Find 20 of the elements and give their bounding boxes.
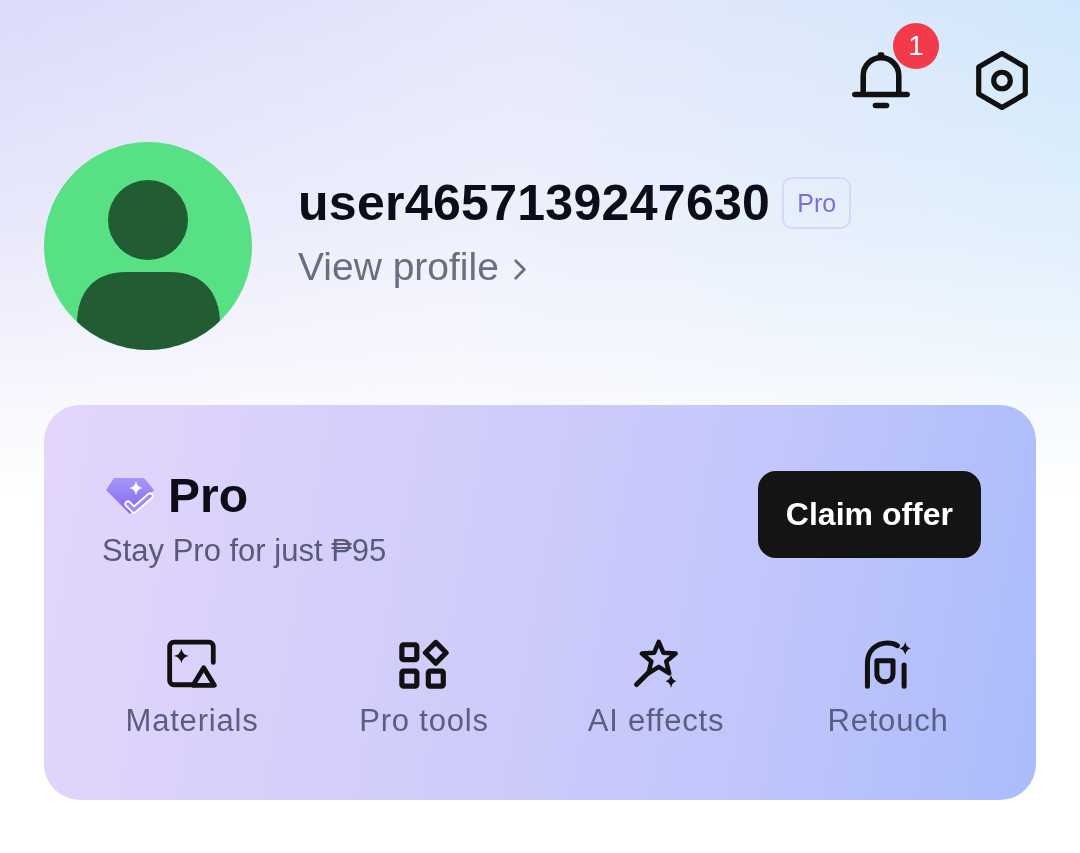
avatar-silhouette-icon[interactable]	[44, 142, 252, 350]
star-wand-icon	[633, 639, 679, 689]
image-sparkle-icon	[167, 639, 217, 689]
claim-offer-button[interactable]: Claim offer	[757, 471, 981, 558]
arch-sparkle-icon	[863, 639, 913, 689]
bell-icon[interactable]	[852, 50, 910, 110]
feature-button[interactable]: Materials	[125, 639, 259, 739]
plan-title: Pro	[168, 469, 248, 523]
pro-badge: Pro	[782, 177, 852, 229]
gem-sparkle-icon	[104, 476, 156, 516]
feature-button[interactable]: Retouch	[827, 639, 949, 739]
offer-text: Stay Pro for just ₱95	[102, 533, 387, 569]
feature-button[interactable]: Pro tools	[359, 639, 489, 739]
chevron-right-icon	[512, 257, 527, 281]
squares-diamond-icon	[399, 639, 449, 689]
notification-badge: 1	[893, 23, 939, 69]
username: user4657139247630	[298, 174, 771, 232]
settings-icon[interactable]	[976, 50, 1028, 110]
view-profile-link[interactable]: View profile	[298, 244, 527, 290]
feature-button[interactable]: AI effects	[587, 639, 725, 739]
